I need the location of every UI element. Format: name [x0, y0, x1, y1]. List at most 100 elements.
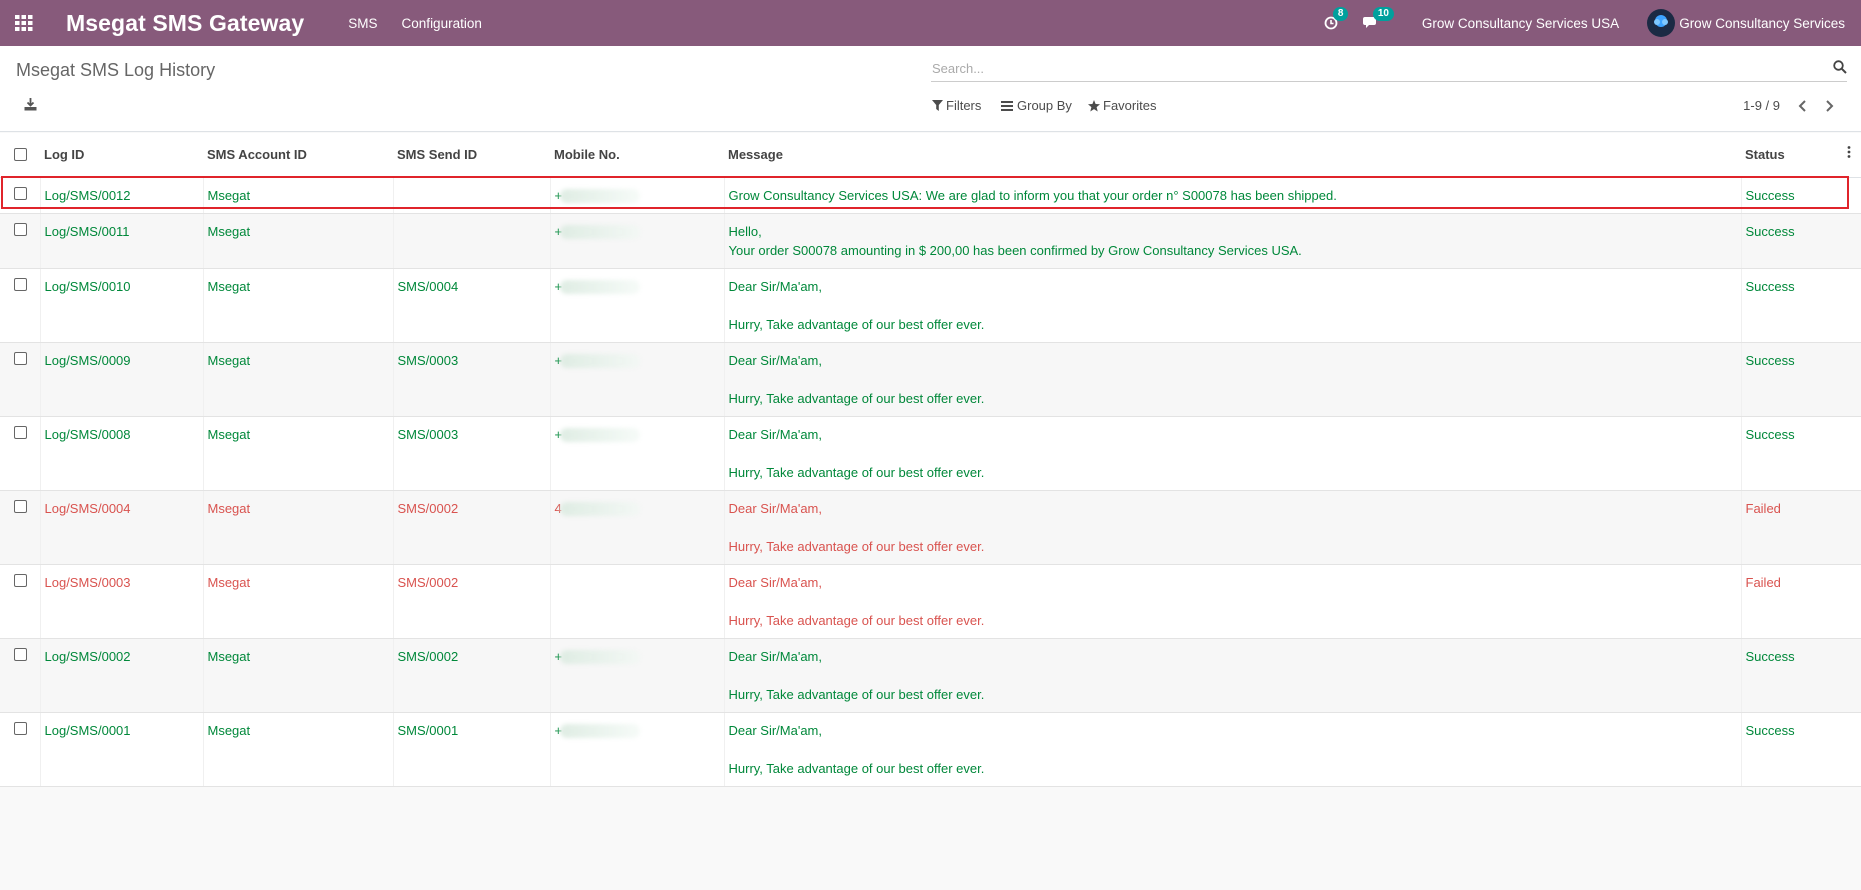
optional-columns-button[interactable] — [1847, 146, 1851, 161]
table-header-row: Log ID SMS Account ID SMS Send ID Mobile… — [0, 133, 1861, 178]
sms-account-text: Msegat — [207, 278, 251, 294]
app-title[interactable]: Msegat SMS Gateway — [66, 10, 304, 37]
status-text: Success — [1745, 722, 1795, 738]
status-cell: Success — [1741, 177, 1861, 214]
column-header-sms-account-id[interactable]: SMS Account ID — [203, 133, 393, 178]
message-cell: Dear Sir/Ma'am, Hurry, Take advantage of… — [724, 268, 1742, 343]
row-select-cell — [0, 712, 41, 787]
filters-button[interactable]: Filters — [932, 98, 981, 113]
status-text: Success — [1745, 223, 1795, 239]
status-text: Success — [1745, 648, 1795, 664]
message-text: Dear Sir/Ma'am, Hurry, Take advantage of… — [728, 648, 985, 702]
message-cell: Dear Sir/Ma'am, Hurry, Take advantage of… — [724, 638, 1742, 713]
mobile-number-cell: + — [550, 416, 725, 491]
log-id-cell: Log/SMS/0001 — [40, 712, 204, 787]
list-icon — [1001, 100, 1013, 111]
row-select-cell — [0, 342, 41, 417]
status-text: Success — [1745, 278, 1795, 294]
row-checkbox[interactable] — [14, 721, 27, 735]
user-menu[interactable]: Grow Consultancy Services — [1647, 9, 1845, 37]
pager-previous-button[interactable] — [1795, 98, 1809, 114]
message-text: Hello, Your order S00078 amounting in $ … — [728, 223, 1302, 258]
messages-button[interactable]: 10 — [1360, 7, 1394, 34]
log-id-cell: Log/SMS/0012 — [40, 177, 204, 214]
sms-account-cell: Msegat — [203, 638, 394, 713]
row-checkbox[interactable] — [14, 186, 27, 200]
message-text: Dear Sir/Ma'am, Hurry, Take advantage of… — [728, 426, 985, 480]
table-row[interactable]: Log/SMS/0010 Msegat SMS/0004 + Dear Sir/Ma'a… — [0, 268, 1861, 343]
log-id-cell: Log/SMS/0008 — [40, 416, 204, 491]
row-checkbox[interactable] — [14, 499, 27, 513]
log-id-text: Log/SMS/0003 — [44, 574, 131, 590]
select-all-cell — [0, 133, 40, 178]
table-row[interactable]: Log/SMS/0008 Msegat SMS/0003 + Dear Sir/Ma'a… — [0, 416, 1861, 491]
table-row[interactable]: Log/SMS/0003 Msegat SMS/0002 Dear Sir/Ma'am… — [0, 564, 1861, 639]
menu-configuration[interactable]: Configuration — [402, 16, 482, 31]
company-switcher[interactable]: Grow Consultancy Services USA — [1422, 16, 1619, 31]
row-checkbox[interactable] — [14, 573, 27, 587]
row-checkbox[interactable] — [14, 425, 27, 439]
status-cell: Success — [1741, 638, 1861, 713]
status-text: Success — [1745, 426, 1795, 442]
sms-send-id-cell: SMS/0001 — [393, 712, 551, 787]
sms-send-id-cell: SMS/0003 — [393, 342, 551, 417]
sms-send-id-text: SMS/0001 — [397, 722, 459, 738]
activity-count-badge: 8 — [1332, 7, 1349, 21]
search-bar — [931, 56, 1847, 82]
column-header-mobile-no[interactable]: Mobile No. — [550, 133, 724, 178]
log-id-text: Log/SMS/0008 — [44, 426, 131, 442]
row-checkbox[interactable] — [14, 647, 27, 661]
sms-account-cell: Msegat — [203, 268, 394, 343]
message-cell: Hello, Your order S00078 amounting in $ … — [724, 213, 1742, 269]
table-row[interactable]: Log/SMS/0009 Msegat SMS/0003 + Dear Sir/Ma'a… — [0, 342, 1861, 417]
activity-button[interactable]: 8 — [1320, 7, 1349, 34]
sms-send-id-text: SMS/0002 — [397, 500, 459, 516]
sms-log-list: Log ID SMS Account ID SMS Send ID Mobile… — [0, 133, 1861, 787]
table-row[interactable]: Log/SMS/0001 Msegat SMS/0001 + Dear Sir/Ma'a… — [0, 712, 1861, 787]
message-text: Dear Sir/Ma'am, Hurry, Take advantage of… — [728, 352, 985, 406]
table-row[interactable]: Log/SMS/0012 Msegat + Grow Consultancy Serv… — [0, 177, 1861, 214]
message-cell: Dear Sir/Ma'am, Hurry, Take advantage of… — [724, 712, 1742, 787]
sms-log-table: Log ID SMS Account ID SMS Send ID Mobile… — [0, 133, 1861, 787]
mobile-number-cell: + — [550, 712, 725, 787]
select-all-checkbox[interactable] — [14, 147, 27, 161]
message-text: Grow Consultancy Services USA: We are gl… — [728, 187, 1337, 203]
column-header-status[interactable]: Status — [1741, 133, 1861, 178]
log-id-text: Log/SMS/0010 — [44, 278, 131, 294]
row-select-cell — [0, 638, 41, 713]
status-cell: Failed — [1741, 490, 1861, 565]
filters-label: Filters — [946, 98, 982, 113]
sms-send-id-cell: SMS/0002 — [393, 490, 551, 565]
favorites-button[interactable]: Favorites — [1088, 98, 1156, 113]
column-header-sms-send-id[interactable]: SMS Send ID — [393, 133, 550, 178]
table-row[interactable]: Log/SMS/0002 Msegat SMS/0002 + Dear Sir/Ma'a… — [0, 638, 1861, 713]
status-cell: Failed — [1741, 564, 1861, 639]
sms-send-id-cell: SMS/0003 — [393, 416, 551, 491]
column-header-log-id[interactable]: Log ID — [40, 133, 203, 178]
sms-send-id-text: SMS/0002 — [397, 574, 459, 590]
mobile-number-cell: + — [550, 213, 725, 269]
message-text: Dear Sir/Ma'am, Hurry, Take advantage of… — [728, 278, 985, 332]
log-id-text: Log/SMS/0002 — [44, 648, 131, 664]
log-id-cell: Log/SMS/0010 — [40, 268, 204, 343]
search-icon[interactable] — [1833, 60, 1847, 77]
table-row[interactable]: Log/SMS/0004 Msegat SMS/0002 4 Dear Sir/Ma'a… — [0, 490, 1861, 565]
search-input[interactable] — [931, 56, 1811, 80]
menu-sms[interactable]: SMS — [348, 16, 377, 31]
sms-account-text: Msegat — [207, 574, 251, 590]
sms-send-id-text: SMS/0003 — [397, 352, 459, 368]
row-checkbox[interactable] — [14, 222, 27, 236]
sms-send-id-cell: SMS/0002 — [393, 564, 551, 639]
column-header-message[interactable]: Message — [724, 133, 1741, 178]
pager-value[interactable]: 1-9 / 9 — [1743, 98, 1780, 113]
mobile-number-cell: + — [550, 177, 725, 214]
apps-menu-icon[interactable] — [0, 0, 48, 46]
pager-next-button[interactable] — [1823, 98, 1837, 114]
row-checkbox[interactable] — [14, 351, 27, 365]
table-row[interactable]: Log/SMS/0011 Msegat + Hello, Your order S00… — [0, 213, 1861, 269]
row-checkbox[interactable] — [14, 277, 27, 291]
download-button[interactable] — [24, 98, 40, 114]
log-id-cell: Log/SMS/0009 — [40, 342, 204, 417]
messages-count-badge: 10 — [1372, 7, 1394, 21]
group-by-button[interactable]: Group By — [1001, 98, 1072, 113]
